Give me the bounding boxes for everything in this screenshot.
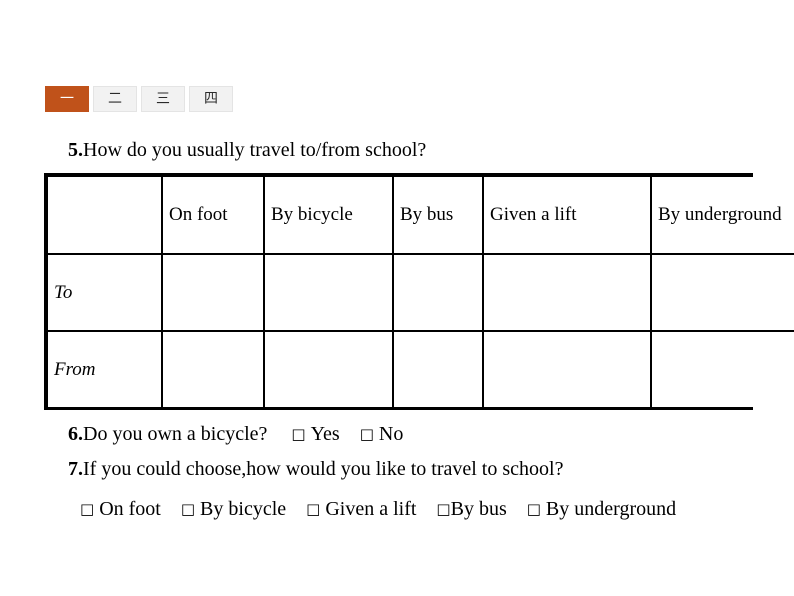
question-6: 6.Do you own a bicycle? □ Yes □ No	[68, 422, 403, 447]
header-cell-by-underground: By underground	[650, 177, 794, 255]
option-given-a-lift-label: Given a lift	[325, 498, 417, 520]
checkbox-by-underground-icon[interactable]: □	[527, 500, 541, 518]
header-cell-given-a-lift: Given a lift	[482, 177, 652, 255]
question-5: 5.How do you usually travel to/from scho…	[68, 138, 426, 163]
option-by-bicycle[interactable]: □ By bicycle	[181, 498, 286, 520]
option-by-bus-label: By bus	[450, 498, 507, 520]
option-by-underground[interactable]: □ By underground	[527, 498, 676, 520]
cell-from-by-bicycle[interactable]	[263, 330, 394, 407]
header-cell-by-bus: By bus	[392, 177, 484, 255]
table-row-to: To	[48, 253, 794, 332]
header-cell-on-foot: On foot	[161, 177, 265, 255]
header-cell-blank	[48, 177, 163, 255]
question-6-text: Do you own a bicycle?	[83, 423, 268, 445]
tab-4-label: 四	[204, 91, 218, 107]
checkbox-yes-icon[interactable]: □	[291, 425, 305, 443]
cell-from-on-foot[interactable]	[161, 330, 265, 407]
cell-to-by-bicycle[interactable]	[263, 253, 394, 332]
option-on-foot[interactable]: □ On foot	[80, 498, 161, 520]
question-7-options: □ On foot □ By bicycle □ Given a lift □By bus □…	[48, 492, 748, 526]
row-label-to: To	[48, 253, 163, 332]
option-by-bus[interactable]: □By bus	[436, 498, 506, 520]
tab-3[interactable]: 三	[141, 86, 185, 112]
cell-from-by-underground[interactable]	[650, 330, 794, 407]
tab-bar: 一 二 三 四	[45, 86, 233, 112]
tab-1[interactable]: 一	[45, 86, 89, 112]
checkbox-on-foot-icon[interactable]: □	[80, 500, 94, 518]
checkbox-yes-label: Yes	[310, 423, 340, 445]
cell-to-by-underground[interactable]	[650, 253, 794, 332]
tab-2[interactable]: 二	[93, 86, 137, 112]
option-on-foot-label: On foot	[99, 498, 161, 520]
table-header-row: On foot By bicycle By bus Given a lift B…	[48, 177, 794, 255]
option-given-a-lift[interactable]: □ Given a lift	[306, 498, 416, 520]
tab-3-label: 三	[156, 91, 170, 107]
question-7-text: If you could choose,how would you like t…	[83, 458, 564, 480]
checkbox-by-bicycle-icon[interactable]: □	[181, 500, 195, 518]
option-by-bicycle-label: By bicycle	[200, 498, 287, 520]
question-7: 7.If you could choose,how would you like…	[68, 457, 563, 482]
table-row-from: From	[48, 330, 794, 407]
header-cell-by-bicycle: By bicycle	[263, 177, 394, 255]
cell-to-on-foot[interactable]	[161, 253, 265, 332]
cell-from-given-a-lift[interactable]	[482, 330, 652, 407]
cell-from-by-bus[interactable]	[392, 330, 484, 407]
cell-to-by-bus[interactable]	[392, 253, 484, 332]
tab-4[interactable]: 四	[189, 86, 233, 112]
tab-1-label: 一	[60, 91, 74, 107]
question-5-text: How do you usually travel to/from school…	[83, 139, 427, 161]
checkbox-no-icon[interactable]: □	[360, 425, 374, 443]
checkbox-by-bus-icon[interactable]: □	[436, 500, 450, 518]
question-6-number: 6.	[68, 423, 83, 445]
question-5-number: 5.	[68, 139, 83, 161]
tab-2-label: 二	[108, 91, 122, 107]
option-by-underground-label: By underground	[545, 498, 677, 520]
question-7-number: 7.	[68, 458, 83, 480]
travel-survey-table: On foot By bicycle By bus Given a lift B…	[44, 173, 794, 410]
checkbox-given-a-lift-icon[interactable]: □	[306, 500, 320, 518]
row-label-from: From	[48, 330, 163, 407]
cell-to-given-a-lift[interactable]	[482, 253, 652, 332]
checkbox-no-label: No	[378, 423, 404, 445]
